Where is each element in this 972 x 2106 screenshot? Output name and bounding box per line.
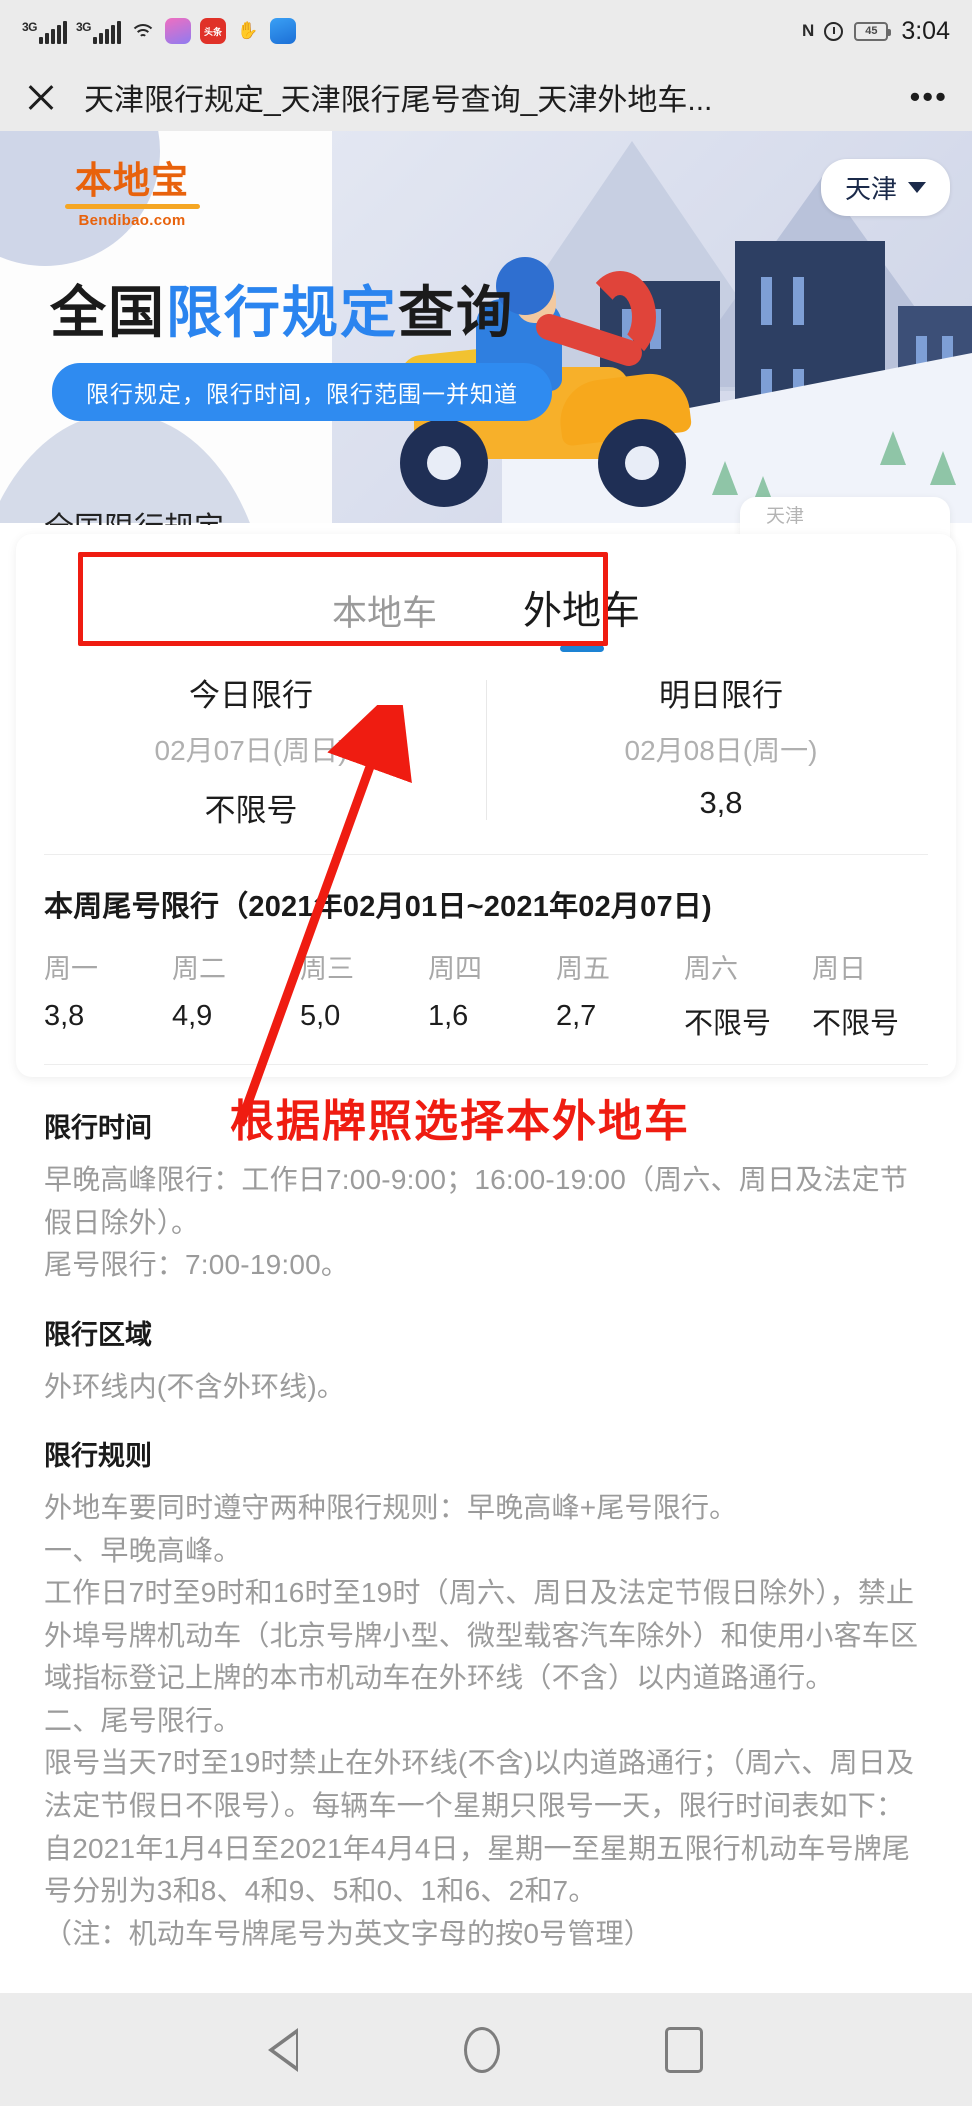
logo-en-label: Bendibao.com bbox=[78, 211, 186, 229]
week-col-tue: 周二 4,9 bbox=[166, 947, 294, 1042]
week-val-sat: 不限号 bbox=[684, 1008, 772, 1040]
signal-icon: 3G bbox=[22, 20, 67, 44]
week-col-mon: 周一 3,8 bbox=[38, 947, 166, 1042]
city-selector[interactable]: 天津 bbox=[820, 159, 950, 216]
app-icon-toutiao: 头条 bbox=[200, 18, 226, 44]
day-restriction-grid: 今日限行 02月07日(周日) 不限号 明日限行 02月08日(周一) 3,8 bbox=[16, 652, 956, 854]
partial-card-label: 天津 bbox=[766, 506, 805, 527]
battery-icon: 45 bbox=[854, 21, 892, 41]
page-title: 天津限行规定_天津限行尾号查询_天津外地车... bbox=[84, 83, 713, 117]
wifi-icon bbox=[130, 22, 156, 44]
signal-1-label: 3G bbox=[22, 20, 38, 34]
week-val-tue: 4,9 bbox=[172, 1000, 213, 1032]
tab-nonlocal-car[interactable]: 外地车 bbox=[523, 580, 640, 652]
tree-icon bbox=[712, 461, 738, 495]
signal-2-label: 3G bbox=[76, 20, 92, 34]
alarm-icon bbox=[824, 21, 844, 41]
week-head-sun: 周日 bbox=[812, 954, 866, 984]
banner-title-part1: 全国 bbox=[50, 281, 166, 346]
partial-text-behind-banner: 全国限行规定 bbox=[44, 503, 224, 525]
section-body-time: 早晚高峰限行：工作日7:00-9:00；16:00-19:00（周六、周日及法定… bbox=[44, 1164, 908, 1281]
week-table-title: 本周尾号限行（2021年02月01日~2021年02月07日) bbox=[44, 891, 712, 923]
banner-subtitle-pill: 限行规定，限行时间，限行范围一并知道 bbox=[52, 363, 552, 421]
week-head-wed: 周三 bbox=[300, 954, 354, 984]
rules-content: 限行时间 早晚高峰限行：工作日7:00-9:00；16:00-19:00（周六、… bbox=[16, 1080, 956, 1955]
section-restriction-area: 限行区域 外环线内(不含外环线)。 bbox=[16, 1313, 956, 1409]
home-icon[interactable] bbox=[464, 2026, 500, 2073]
app-icon-browser bbox=[270, 18, 296, 44]
week-head-mon: 周一 bbox=[44, 954, 98, 984]
status-bar-right: N 45 3:04 bbox=[802, 17, 950, 46]
signal-icon-2: 3G bbox=[76, 20, 121, 44]
tab-local-car[interactable]: 本地车 bbox=[332, 585, 437, 652]
toutiao-label: 头条 bbox=[203, 26, 222, 37]
logo-cn-label: 本地宝 bbox=[75, 161, 189, 202]
week-val-thu: 1,6 bbox=[428, 1000, 469, 1032]
week-head-thu: 周四 bbox=[428, 954, 482, 984]
week-col-sun: 周日 不限号 bbox=[806, 947, 934, 1042]
today-restriction: 今日限行 02月07日(周日) 不限号 bbox=[16, 670, 486, 830]
banner-title: 全国限行规定查询 bbox=[50, 268, 514, 349]
chevron-down-icon bbox=[908, 182, 926, 193]
more-options-icon[interactable]: ••• bbox=[909, 79, 948, 115]
annotation-label: 根据牌照选择本外地车 bbox=[230, 1097, 690, 1146]
week-head-fri: 周五 bbox=[556, 954, 610, 984]
section-body-area: 外环线内(不含外环线)。 bbox=[44, 1370, 346, 1402]
phone-screen: 3G 3G 头条 ✋ N 45 3:04 天津限行规定_天津限行尾号查询_天津外… bbox=[0, 0, 972, 2106]
status-bar: 3G 3G 头条 ✋ N 45 3:04 bbox=[0, 0, 972, 62]
vehicle-type-tabs: 本地车 外地车 bbox=[16, 534, 956, 652]
logo-underline bbox=[64, 203, 200, 209]
week-col-thu: 周四 1,6 bbox=[422, 947, 550, 1042]
banner-title-highlight: 限行规定 bbox=[166, 281, 398, 346]
bendibao-logo: 本地宝 Bendibao.com bbox=[52, 161, 212, 229]
week-head-sat: 周六 bbox=[684, 954, 738, 984]
app-icon-hand: ✋ bbox=[235, 18, 261, 44]
restriction-card: 本地车 外地车 今日限行 02月07日(周日) 不限号 明日限行 02月08日(… bbox=[16, 534, 956, 1077]
today-value: 不限号 bbox=[204, 793, 298, 828]
section-body-rules: 外地车要同时遵守两种限行规则：早晚高峰+尾号限行。 一、早晚高峰。 工作日7时至… bbox=[44, 1492, 919, 1949]
week-head-tue: 周二 bbox=[172, 954, 226, 984]
city-selector-label: 天津 bbox=[844, 174, 897, 204]
tomorrow-heading: 明日限行 bbox=[659, 678, 783, 713]
tab-local-car-label: 本地车 bbox=[331, 594, 437, 633]
week-col-sat: 周六 不限号 bbox=[678, 947, 806, 1042]
tab-active-underline bbox=[559, 645, 604, 652]
week-val-wed: 5,0 bbox=[300, 1000, 341, 1032]
tomorrow-date: 02月08日(周一) bbox=[624, 735, 818, 766]
section-restriction-rules: 限行规则 外地车要同时遵守两种限行规则：早晚高峰+尾号限行。 一、早晚高峰。 工… bbox=[16, 1434, 956, 1955]
tomorrow-restriction: 明日限行 02月08日(周一) 3,8 bbox=[486, 670, 956, 830]
week-val-fri: 2,7 bbox=[556, 1000, 597, 1032]
section-heading-area: 限行区域 bbox=[44, 1319, 152, 1350]
week-table-divider bbox=[44, 1064, 928, 1065]
tree-icon-4 bbox=[930, 451, 956, 485]
tab-nonlocal-car-label: 外地车 bbox=[523, 590, 641, 633]
tomorrow-value: 3,8 bbox=[699, 785, 743, 820]
week-table: 周一 3,8 周二 4,9 周三 5,0 周四 1,6 周五 2,7 周六 不限… bbox=[16, 925, 956, 1050]
status-bar-left: 3G 3G 头条 ✋ bbox=[22, 18, 802, 44]
clock-label: 3:04 bbox=[901, 16, 950, 45]
week-val-mon: 3,8 bbox=[44, 1000, 85, 1032]
week-col-fri: 周五 2,7 bbox=[550, 947, 678, 1042]
close-icon[interactable] bbox=[24, 80, 58, 114]
week-val-sun: 不限号 bbox=[812, 1008, 900, 1040]
recents-icon[interactable] bbox=[665, 2026, 703, 2073]
hero-banner: 本地宝 Bendibao.com 全国限行规定查询 限行规定，限行时间，限行范围… bbox=[0, 131, 972, 523]
today-date: 02月07日(周日) bbox=[154, 735, 348, 766]
week-col-wed: 周三 5,0 bbox=[294, 947, 422, 1042]
banner-title-part2: 查询 bbox=[398, 281, 514, 346]
today-heading: 今日限行 bbox=[189, 678, 313, 713]
title-bar: 天津限行规定_天津限行尾号查询_天津外地车... ••• bbox=[0, 62, 972, 131]
tree-icon-3 bbox=[880, 431, 906, 465]
nfc-icon: N bbox=[802, 21, 814, 40]
back-icon[interactable] bbox=[268, 2027, 299, 2072]
android-nav-bar bbox=[0, 1993, 972, 2106]
app-icon-pink bbox=[165, 18, 191, 44]
section-heading-rules: 限行规则 bbox=[44, 1441, 152, 1472]
